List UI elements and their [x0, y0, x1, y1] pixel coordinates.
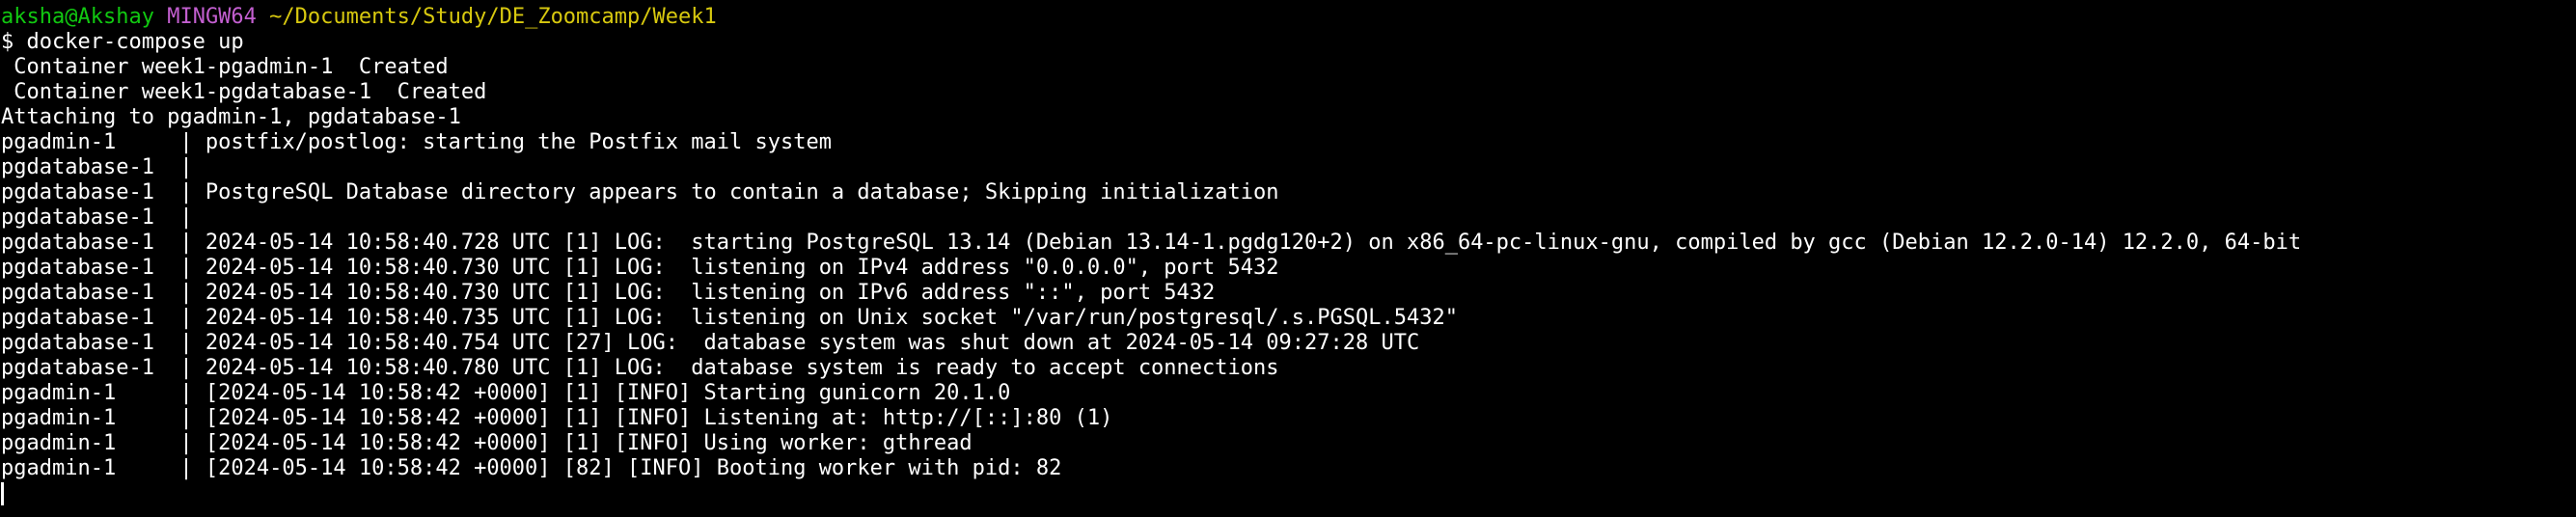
output-line: pgadmin-1 | postfix/postlog: starting th… — [1, 130, 832, 154]
output-line: pgdatabase-1 | 2024-05-14 10:58:40.735 U… — [1, 306, 1458, 330]
output-line: pgadmin-1 | [2024-05-14 10:58:42 +0000] … — [1, 406, 1113, 430]
output-line: pgadmin-1 | [2024-05-14 10:58:42 +0000] … — [1, 381, 1011, 405]
command-line: $ docker-compose up — [1, 30, 244, 54]
output-line: Container week1-pgadmin-1 Created — [1, 55, 449, 79]
output-line: pgdatabase-1 | 2024-05-14 10:58:40.730 U… — [1, 256, 1279, 280]
output-line: Container week1-pgdatabase-1 Created — [1, 80, 487, 104]
output-line: pgdatabase-1 | 2024-05-14 10:58:40.754 U… — [1, 331, 1420, 355]
output-line: pgadmin-1 | [2024-05-14 10:58:42 +0000] … — [1, 431, 973, 455]
prompt-user-host: aksha@Akshay — [1, 5, 154, 29]
output-line: pgdatabase-1 | PostgreSQL Database direc… — [1, 180, 1279, 204]
prompt-line: aksha@Akshay MINGW64 ~/Documents/Study/D… — [0, 5, 2576, 30]
input-line[interactable] — [0, 481, 2576, 506]
output-line: pgdatabase-1 | — [1, 205, 206, 230]
prompt-env: MINGW64 — [167, 5, 257, 29]
output-line: pgdatabase-1 | — [1, 155, 206, 179]
output-line: pgdatabase-1 | 2024-05-14 10:58:40.728 U… — [1, 231, 2302, 255]
text-cursor — [1, 482, 4, 505]
prompt-cwd: ~/Documents/Study/DE_Zoomcamp/Week1 — [269, 5, 717, 29]
terminal-window[interactable]: aksha@Akshay MINGW64 ~/Documents/Study/D… — [0, 0, 2576, 517]
output-line: Attaching to pgadmin-1, pgdatabase-1 — [1, 105, 461, 129]
output-line: pgdatabase-1 | 2024-05-14 10:58:40.730 U… — [1, 281, 1216, 305]
output-line: pgdatabase-1 | 2024-05-14 10:58:40.780 U… — [1, 356, 1279, 380]
output-line: pgadmin-1 | [2024-05-14 10:58:42 +0000] … — [1, 456, 1062, 480]
